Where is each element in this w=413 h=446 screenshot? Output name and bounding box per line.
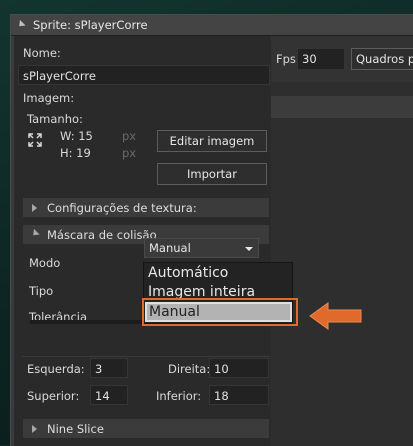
edit-image-button[interactable]: Editar imagem	[157, 130, 267, 152]
sprite-editor-window: Sprite: sPlayerCorre Nome: sPlayerCorre …	[10, 14, 413, 446]
height-unit: px	[122, 146, 137, 160]
expand-arrow-icon	[32, 425, 37, 433]
nine-slice-label: Nine Slice	[47, 422, 104, 436]
bottom-value: 18	[214, 389, 229, 403]
left-label: Esquerda:	[27, 362, 85, 376]
height-value: H: 19	[60, 146, 91, 160]
speed-mode-select[interactable]: Quadros po	[351, 48, 413, 70]
expand-arrow-icon	[32, 204, 37, 212]
fps-field[interactable]: 30	[297, 48, 345, 70]
collapse-triangle-icon[interactable]	[16, 19, 26, 30]
texture-settings-label: Configurações de textura:	[47, 201, 197, 215]
top-value: 14	[95, 389, 110, 403]
preview-toolbar: Fps 30 Quadros po	[271, 36, 413, 82]
left-value: 3	[95, 362, 103, 376]
mode-select[interactable]: Manual	[144, 238, 259, 258]
collapse-arrow-icon	[30, 228, 40, 239]
right-label: Direita:	[168, 362, 211, 376]
width-unit: px	[122, 129, 137, 143]
right-value: 10	[214, 362, 229, 376]
image-label: Imagem:	[23, 91, 75, 105]
annotation-highlight-box	[142, 298, 298, 326]
window-title: Sprite: sPlayerCorre	[33, 18, 148, 32]
bottom-label: Inferior:	[156, 389, 202, 403]
fps-value: 30	[302, 52, 317, 66]
name-field[interactable]: sPlayerCorre	[18, 65, 270, 85]
left-field[interactable]: 3	[90, 358, 128, 378]
nine-slice-section[interactable]: Nine Slice	[22, 418, 270, 439]
type-label: Tipo	[29, 284, 54, 298]
fps-label: Fps	[276, 52, 296, 66]
expand-arrows-icon	[28, 133, 42, 147]
preview-strip	[271, 96, 413, 118]
option-automatico[interactable]: Automático	[148, 265, 228, 281]
divider	[22, 356, 270, 357]
import-button[interactable]: Importar	[157, 163, 267, 185]
texture-settings-section[interactable]: Configurações de textura:	[22, 197, 270, 218]
size-label: Tamanho:	[27, 112, 83, 126]
width-value: W: 15	[60, 129, 93, 143]
name-value: sPlayerCorre	[23, 69, 96, 83]
top-label: Superior:	[27, 389, 80, 403]
mode-select-value: Manual	[149, 241, 191, 255]
bottom-field[interactable]: 18	[209, 385, 269, 405]
collision-mask-label: Máscara de colisão	[47, 228, 157, 242]
window-titlebar[interactable]: Sprite: sPlayerCorre	[11, 15, 413, 36]
name-label: Nome:	[23, 46, 61, 60]
top-field[interactable]: 14	[90, 385, 128, 405]
preview-pane: Fps 30 Quadros po	[271, 36, 413, 446]
mode-label: Modo	[29, 256, 61, 270]
chevron-down-icon	[245, 247, 253, 251]
right-field[interactable]: 10	[209, 358, 269, 378]
left-arrow-icon	[309, 302, 362, 330]
